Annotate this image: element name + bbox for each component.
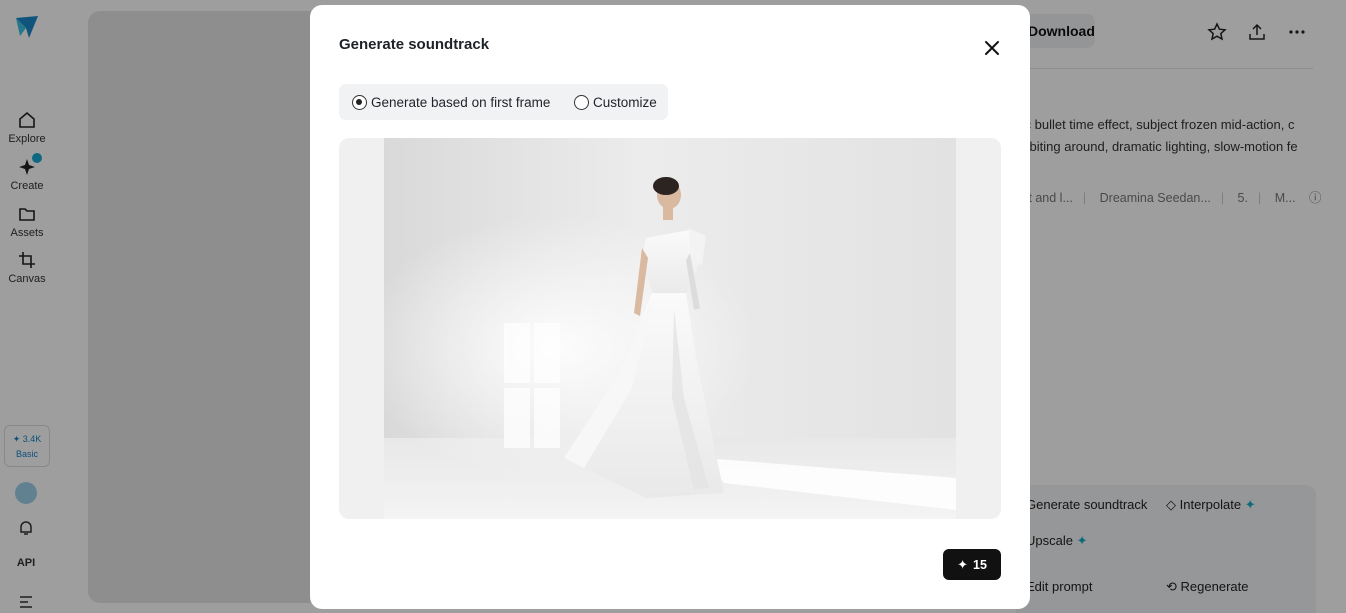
dialog-title: Generate soundtrack bbox=[339, 36, 490, 53]
radio-unselected-icon[interactable] bbox=[574, 94, 589, 110]
option-label: Generate based on first frame bbox=[371, 94, 551, 110]
close-icon[interactable] bbox=[982, 38, 1002, 58]
first-frame-preview bbox=[339, 138, 1001, 519]
first-frame-image bbox=[384, 138, 956, 519]
option-customize[interactable]: Customize bbox=[574, 84, 657, 120]
sparkle-icon: ✦ bbox=[957, 556, 968, 572]
credit-cost: 15 bbox=[973, 557, 987, 572]
option-label: Customize bbox=[593, 94, 657, 110]
generate-button[interactable]: ✦ 15 bbox=[943, 549, 1001, 580]
radio-selected-icon[interactable] bbox=[352, 94, 367, 110]
generate-soundtrack-dialog: Generate soundtrack Generate based on fi… bbox=[310, 5, 1030, 609]
option-first-frame[interactable]: Generate based on first frame bbox=[352, 84, 550, 120]
soundtrack-mode-selector: Generate based on first frame Customize bbox=[339, 84, 668, 120]
